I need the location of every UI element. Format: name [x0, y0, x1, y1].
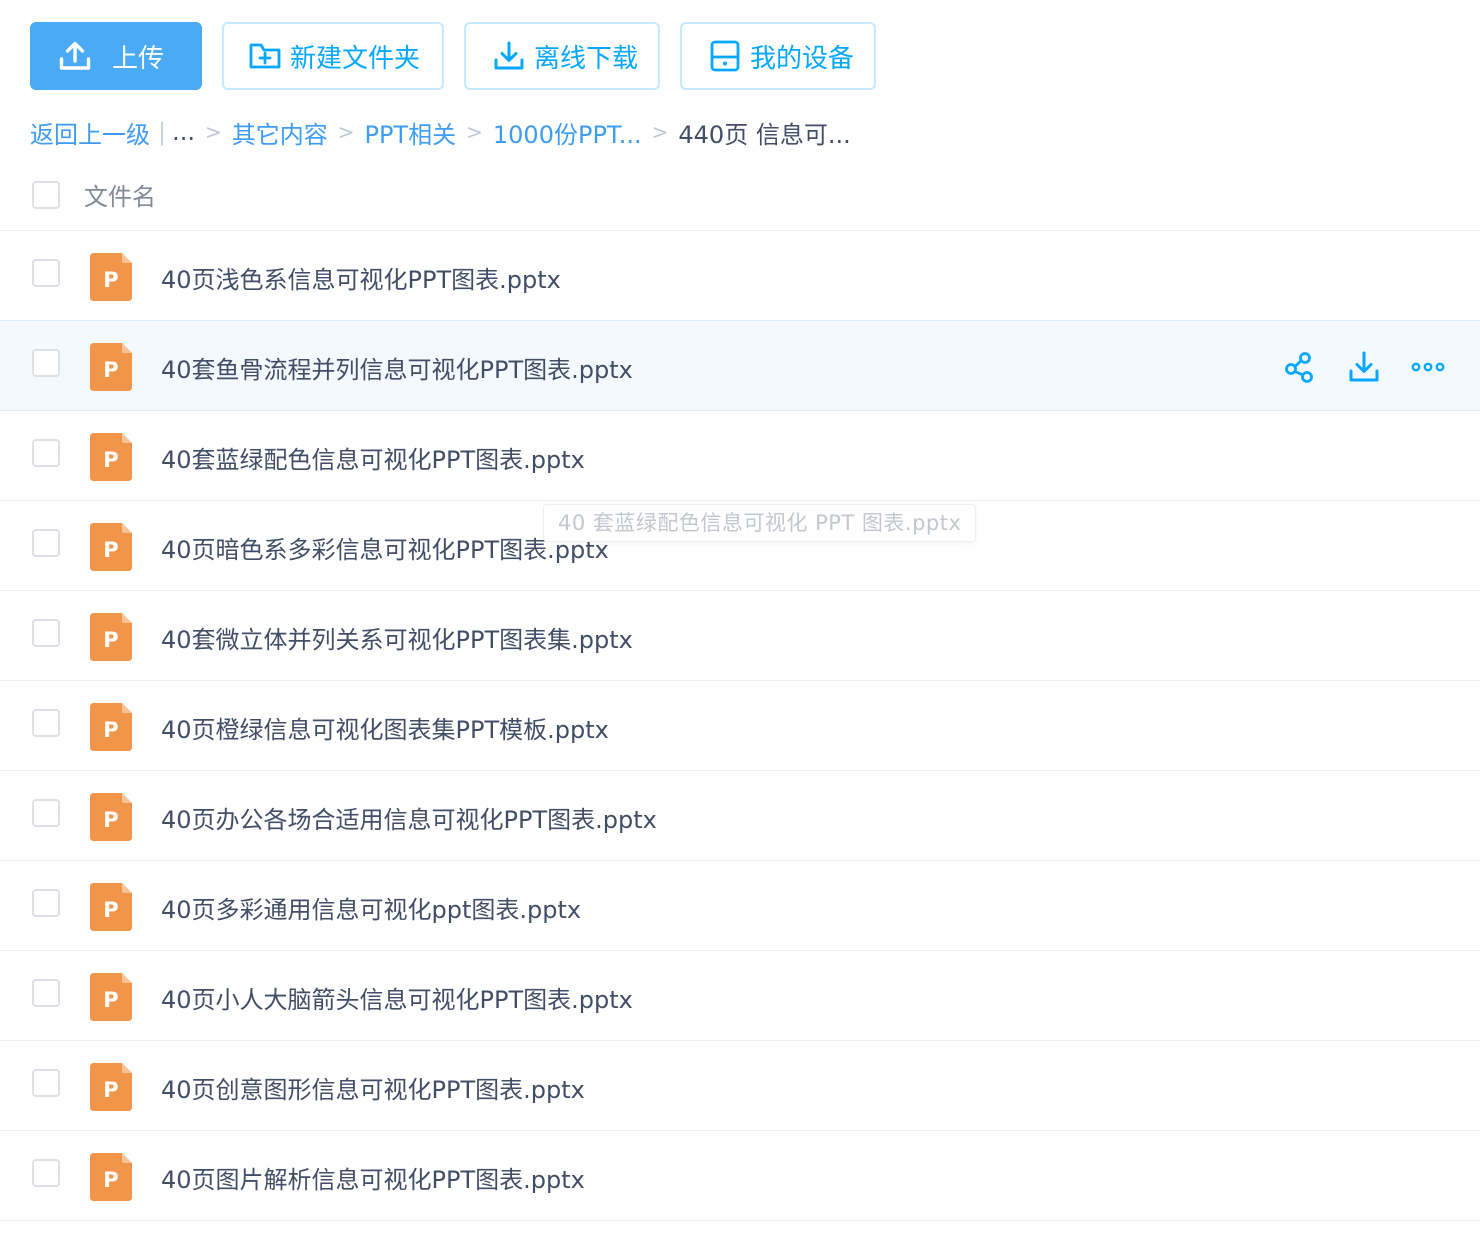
ppt-file-icon-letter: P	[103, 358, 118, 382]
breadcrumb: 返回上一级 | ... > 其它内容 > PPT相关 > 1000份PPT...…	[30, 114, 851, 150]
file-row[interactable]: P 40套蓝绿配色信息可视化PPT图表.pptx	[0, 411, 1480, 501]
ppt-file-icon: P	[90, 1153, 132, 1201]
download-icon	[1349, 351, 1379, 382]
ppt-file-icon: P	[90, 703, 132, 751]
file-row[interactable]: P 40页浅色系信息可视化PPT图表.pptx	[0, 231, 1480, 321]
breadcrumb-item-1000ppt[interactable]: 1000份PPT...	[493, 115, 642, 150]
file-name[interactable]: 40套鱼骨流程并列信息可视化PPT图表.pptx	[161, 350, 633, 385]
share-icon	[1285, 352, 1313, 383]
row-checkbox[interactable]	[32, 439, 60, 467]
more-icon	[1411, 362, 1445, 372]
ppt-file-icon: P	[90, 343, 132, 391]
file-row[interactable]: P 40套微立体并列关系可视化PPT图表集.pptx	[0, 591, 1480, 681]
back-link[interactable]: 返回上一级	[30, 115, 150, 150]
file-name[interactable]: 40页图片解析信息可视化PPT图表.pptx	[161, 1160, 585, 1195]
file-name[interactable]: 40页浅色系信息可视化PPT图表.pptx	[161, 260, 561, 295]
file-row[interactable]: P 40页多彩通用信息可视化ppt图表.pptx	[0, 861, 1480, 951]
row-checkbox[interactable]	[32, 799, 60, 827]
file-name[interactable]: 40页办公各场合适用信息可视化PPT图表.pptx	[161, 800, 657, 835]
row-checkbox[interactable]	[32, 259, 60, 287]
breadcrumb-separator: >	[204, 120, 222, 144]
new-folder-button[interactable]: 新建文件夹	[222, 22, 444, 90]
ppt-file-icon: P	[90, 793, 132, 841]
file-row[interactable]: P 40套鱼骨流程并列信息可视化PPT图表.pptx	[0, 320, 1480, 411]
row-checkbox[interactable]	[32, 349, 60, 377]
breadcrumb-separator: >	[466, 120, 483, 144]
ppt-file-icon-letter: P	[103, 718, 118, 742]
share-button[interactable]	[1282, 349, 1318, 385]
row-checkbox[interactable]	[32, 529, 60, 557]
ppt-file-icon-letter: P	[103, 1168, 118, 1192]
file-row[interactable]: P 40页小人大脑箭头信息可视化PPT图表.pptx	[0, 951, 1480, 1041]
device-icon	[710, 40, 740, 72]
file-name[interactable]: 40页橙绿信息可视化图表集PPT模板.pptx	[161, 710, 609, 745]
breadcrumb-separator: >	[651, 120, 669, 144]
ppt-file-icon-letter: P	[103, 808, 118, 832]
ppt-file-icon-letter: P	[103, 268, 118, 292]
ppt-file-icon: P	[90, 883, 132, 931]
more-button[interactable]	[1410, 349, 1446, 385]
offline-download-label: 离线下载	[534, 43, 639, 74]
file-row[interactable]: P 40页图片解析信息可视化PPT图表.pptx	[0, 1131, 1480, 1221]
toolbar: 上传 新建文件夹 离线下载 我的设备	[30, 22, 876, 90]
my-devices-button[interactable]: 我的设备	[680, 22, 876, 90]
file-row[interactable]: P 40页创意图形信息可视化PPT图表.pptx	[0, 1041, 1480, 1131]
row-checkbox[interactable]	[32, 619, 60, 647]
file-row[interactable]: P 40页办公各场合适用信息可视化PPT图表.pptx	[0, 771, 1480, 861]
ppt-file-icon: P	[90, 433, 132, 481]
offline-download-button[interactable]: 离线下载	[464, 22, 660, 90]
file-name[interactable]: 40页小人大脑箭头信息可视化PPT图表.pptx	[161, 980, 633, 1015]
breadcrumb-item-ppt[interactable]: PPT相关	[365, 115, 457, 150]
breadcrumb-ellipsis[interactable]: ...	[172, 118, 195, 146]
ppt-file-icon-letter: P	[103, 448, 118, 472]
file-name[interactable]: 40页暗色系多彩信息可视化PPT图表.pptx	[161, 530, 609, 565]
my-devices-label: 我的设备	[750, 43, 855, 74]
list-header: 文件名	[0, 160, 1480, 231]
filename-tooltip: 40 套蓝绿配色信息可视化 PPT 图表.pptx	[543, 504, 977, 542]
ppt-file-icon-letter: P	[103, 538, 118, 562]
breadcrumb-divider: |	[158, 118, 167, 146]
upload-label: 上传	[112, 43, 165, 74]
ppt-file-icon: P	[90, 523, 132, 571]
file-name[interactable]: 40页创意图形信息可视化PPT图表.pptx	[161, 1070, 585, 1105]
breadcrumb-item-other[interactable]: 其它内容	[232, 115, 328, 150]
new-folder-label: 新建文件夹	[290, 43, 421, 74]
ppt-file-icon-letter: P	[103, 988, 118, 1012]
file-name[interactable]: 40套微立体并列关系可视化PPT图表集.pptx	[161, 620, 633, 655]
folder-plus-icon	[249, 43, 281, 69]
ppt-file-icon: P	[90, 973, 132, 1021]
row-checkbox[interactable]	[32, 979, 60, 1007]
row-checkbox[interactable]	[32, 1069, 60, 1097]
file-name[interactable]: 40页多彩通用信息可视化ppt图表.pptx	[161, 890, 581, 925]
ppt-file-icon: P	[90, 1063, 132, 1111]
download-button[interactable]	[1346, 349, 1382, 385]
ppt-file-icon-letter: P	[103, 898, 118, 922]
file-name[interactable]: 40套蓝绿配色信息可视化PPT图表.pptx	[161, 440, 585, 475]
upload-button[interactable]: 上传	[30, 22, 202, 90]
file-row[interactable]: P 40页橙绿信息可视化图表集PPT模板.pptx	[0, 681, 1480, 771]
breadcrumb-separator: >	[337, 120, 355, 144]
ppt-file-icon: P	[90, 253, 132, 301]
row-checkbox[interactable]	[32, 709, 60, 737]
row-checkbox[interactable]	[32, 889, 60, 917]
breadcrumb-current: 440页 信息可...	[678, 120, 851, 149]
filename-column-header[interactable]: 文件名	[84, 177, 156, 212]
download-icon	[494, 41, 524, 70]
ppt-file-icon-letter: P	[103, 1078, 118, 1102]
ppt-file-icon: P	[90, 613, 132, 661]
file-list: P 40页浅色系信息可视化PPT图表.pptx P 40套鱼骨流程并列信息可视化PPT…	[0, 231, 1480, 1221]
select-all-checkbox[interactable]	[32, 181, 60, 209]
row-actions	[1282, 349, 1446, 385]
upload-icon	[59, 41, 91, 70]
ppt-file-icon-letter: P	[103, 628, 118, 652]
row-checkbox[interactable]	[32, 1159, 60, 1187]
